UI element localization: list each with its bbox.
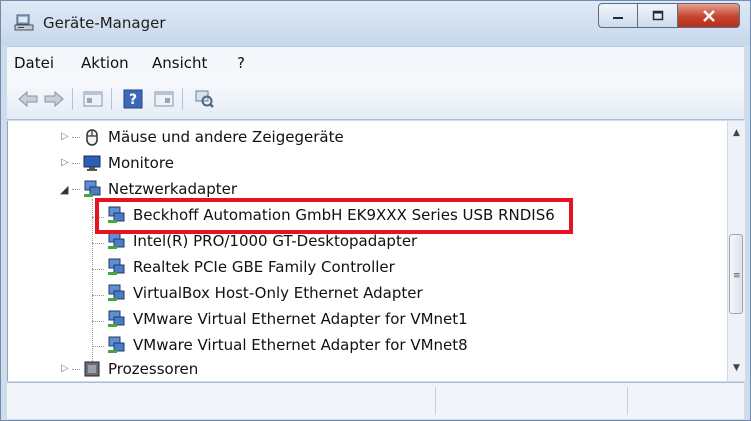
monitor-icon (83, 155, 101, 171)
device-manager-window: Geräte-Manager Datei Aktion Ansicht ? ? (0, 0, 751, 421)
menu-ansicht[interactable]: Ansicht (152, 54, 207, 72)
tree-node-mice[interactable]: ▷ Mäuse und andere Zeigegeräte (8, 125, 708, 149)
menu-datei[interactable]: Datei (14, 54, 54, 72)
vertical-scrollbar[interactable]: ▲ ≡ ▼ (727, 121, 745, 381)
tree-node-label: Netzwerkadapter (108, 180, 237, 198)
forward-arrow-icon[interactable] (43, 89, 65, 109)
network-adapter-icon (84, 180, 101, 197)
status-bar (7, 382, 744, 419)
mouse-icon (86, 129, 98, 146)
scroll-up-arrow-icon[interactable]: ▲ (732, 129, 741, 138)
tree-connector (72, 189, 80, 190)
menu-aktion[interactable]: Aktion (81, 54, 129, 72)
window-controls (598, 3, 740, 28)
scan-hardware-icon[interactable] (193, 89, 215, 109)
highlight-annotation-box (95, 198, 573, 234)
device-tree: ▷ Mäuse und andere Zeigegeräte ▷ Monitor… (7, 121, 728, 381)
device-manager-icon (14, 14, 34, 31)
minimize-button[interactable] (598, 3, 638, 28)
tree-node-monitors[interactable]: ▷ Monitore (8, 151, 708, 175)
scroll-thumb[interactable]: ≡ (729, 234, 743, 314)
maximize-icon (652, 10, 663, 20)
menu-help[interactable]: ? (237, 54, 245, 72)
toolbar-separator (72, 88, 73, 110)
back-arrow-icon[interactable] (17, 89, 39, 109)
tree-node-label: Realtek PCIe GBE Family Controller (133, 258, 395, 276)
network-adapter-icon (108, 310, 125, 327)
network-adapter-icon (108, 232, 125, 249)
expand-arrow-icon[interactable]: ▷ (61, 157, 69, 168)
tree-node-label: VMware Virtual Ethernet Adapter for VMne… (133, 310, 468, 328)
tree-node-label: Mäuse und andere Zeigegeräte (108, 128, 344, 146)
grip-icon: ≡ (733, 271, 741, 281)
close-icon (702, 9, 715, 22)
collapse-arrow-icon[interactable]: ◢ (60, 183, 68, 196)
properties-view-icon[interactable] (82, 89, 104, 109)
title-bar[interactable]: Geräte-Manager (1, 1, 750, 45)
expand-arrow-icon[interactable]: ▷ (61, 131, 69, 142)
status-separator (627, 387, 628, 415)
toolbar: ? (7, 79, 744, 120)
network-adapter-icon (108, 258, 125, 275)
status-separator (435, 387, 436, 415)
tree-node-virtualbox[interactable]: VirtualBox Host-Only Ethernet Adapter (8, 281, 708, 305)
toolbar-separator (111, 88, 112, 110)
tree-node-processors[interactable]: ▷ Prozessoren (8, 357, 708, 381)
toolbar-separator (182, 88, 183, 110)
minimize-icon (613, 16, 623, 19)
tree-node-label: Intel(R) PRO/1000 GT-Desktopadapter (133, 232, 418, 250)
scroll-down-arrow-icon[interactable]: ▼ (732, 364, 741, 373)
tree-node-label: Prozessoren (108, 360, 199, 378)
tree-node-realtek[interactable]: Realtek PCIe GBE Family Controller (8, 255, 708, 279)
tree-node-vmnet1[interactable]: VMware Virtual Ethernet Adapter for VMne… (8, 307, 708, 331)
show-hidden-icon[interactable] (153, 89, 175, 109)
network-adapter-icon (108, 284, 125, 301)
tree-node-label: VMware Virtual Ethernet Adapter for VMne… (133, 336, 468, 354)
maximize-button[interactable] (638, 3, 678, 28)
tree-node-label: Monitore (108, 154, 174, 172)
menu-bar: Datei Aktion Ansicht ? (7, 46, 744, 79)
window-title: Geräte-Manager (43, 14, 166, 32)
expand-arrow-icon[interactable]: ▷ (61, 363, 69, 374)
tree-node-vmnet8[interactable]: VMware Virtual Ethernet Adapter for VMne… (8, 333, 708, 357)
tree-connector (72, 137, 80, 138)
help-icon[interactable]: ? (122, 89, 144, 109)
svg-text:?: ? (129, 92, 137, 108)
processor-icon (84, 361, 100, 377)
tree-connector (72, 369, 80, 370)
network-adapter-icon (108, 336, 125, 353)
tree-connector (72, 163, 80, 164)
close-button[interactable] (678, 3, 740, 28)
tree-node-label: VirtualBox Host-Only Ethernet Adapter (133, 284, 423, 302)
